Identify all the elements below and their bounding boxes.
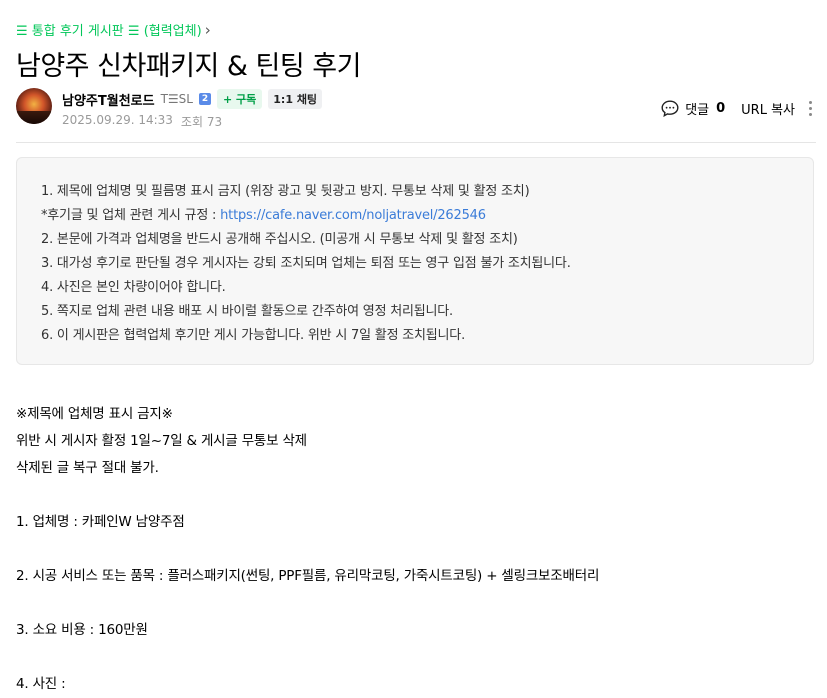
comment-label: 댓글 xyxy=(685,103,710,118)
author-name[interactable]: 남양주T월천로드 xyxy=(62,90,155,109)
notice-line: 3. 대가성 후기로 판단될 경우 게시자는 강퇴 조치되며 업체는 퇴점 또는… xyxy=(41,256,571,271)
notice-line: *후기글 및 업체 관련 게시 규정 : https://cafe.naver.… xyxy=(41,204,813,228)
notice-line: 4. 사진은 본인 차량이어야 합니다. xyxy=(41,280,226,295)
speech-bubble-icon xyxy=(661,100,679,117)
post-meta: 2025.09.29. 14:33 조회 73 xyxy=(62,113,222,130)
warning-line: 삭제된 글 복구 절대 불가. xyxy=(16,460,159,476)
notice-line: 2. 본문에 가격과 업체명을 반드시 공개해 주십시오. (미공개 시 무통보… xyxy=(41,232,518,247)
header-divider xyxy=(16,142,816,143)
post-page: ☰ 통합 후기 게시판 ☰ (협력업체) › 남양주 신차패키지 & 틴팅 후기… xyxy=(0,0,827,696)
post-views: 조회 73 xyxy=(180,115,223,129)
comment-count: 0 xyxy=(716,101,726,116)
chevron-right-icon: › xyxy=(204,20,211,39)
url-copy-button[interactable]: URL 복사 xyxy=(741,99,795,118)
comment-button[interactable]: 댓글 0 xyxy=(661,99,725,118)
photo-item: 4. 사진 : xyxy=(16,676,66,692)
post-date: 2025.09.29. 14:33 xyxy=(62,113,173,127)
warning-line: 위반 시 게시자 활정 1일~7일 & 게시글 무통보 삭제 xyxy=(16,433,307,449)
post-title: 남양주 신차패키지 & 틴팅 후기 xyxy=(16,51,361,82)
warning-title: ※제목에 업체명 표시 금지※ xyxy=(16,406,173,422)
board-label: ☰ 통합 후기 게시판 ☰ (협력업체) xyxy=(16,24,202,39)
chat-button[interactable]: 1:1 채팅 xyxy=(268,89,323,109)
board-breadcrumb-link[interactable]: ☰ 통합 후기 게시판 ☰ (협력업체) › xyxy=(16,20,211,40)
cost-item: 3. 소요 비용 : 160만원 xyxy=(16,622,148,638)
notice-rule-link[interactable]: https://cafe.naver.com/noljatravel/26254… xyxy=(220,208,486,223)
notice-line: 1. 제목에 업체명 및 필름명 표시 금지 (위장 광고 및 뒷광고 방지. … xyxy=(41,184,530,199)
vendor-name-item: 1. 업체명 : 카페인W 남양주점 xyxy=(16,514,185,530)
vertical-dots-icon[interactable] xyxy=(809,101,813,116)
post-body: ※제목에 업체명 표시 금지※ 위반 시 게시자 활정 1일~7일 & 게시글 … xyxy=(16,401,599,698)
subscribe-button[interactable]: + 구독 xyxy=(216,89,263,109)
notice-line: 6. 이 게시판은 협력업체 후기만 게시 가능합니다. 위반 시 7일 활정 … xyxy=(41,328,465,343)
board-notice-box: 1. 제목에 업체명 및 필름명 표시 금지 (위장 광고 및 뒷광고 방지. … xyxy=(16,157,814,365)
service-item: 2. 시공 서비스 또는 품목 : 플러스패키지(썬팅, PPF필름, 유리막코… xyxy=(16,568,600,584)
notice-line: 5. 쪽지로 업체 관련 내용 배포 시 바이럴 활동으로 간주하여 영정 처리… xyxy=(41,304,453,319)
author-grade: T☰SL xyxy=(160,92,193,106)
author-info: 남양주T월천로드 T☰SL 2 + 구독 1:1 채팅 xyxy=(62,89,323,109)
notice-rule-label: *후기글 및 업체 관련 게시 규정 : xyxy=(41,208,221,223)
post-tools: 댓글 0 URL 복사 xyxy=(661,99,813,118)
author-avatar[interactable] xyxy=(16,88,52,124)
grade-badge-icon: 2 xyxy=(198,93,211,105)
